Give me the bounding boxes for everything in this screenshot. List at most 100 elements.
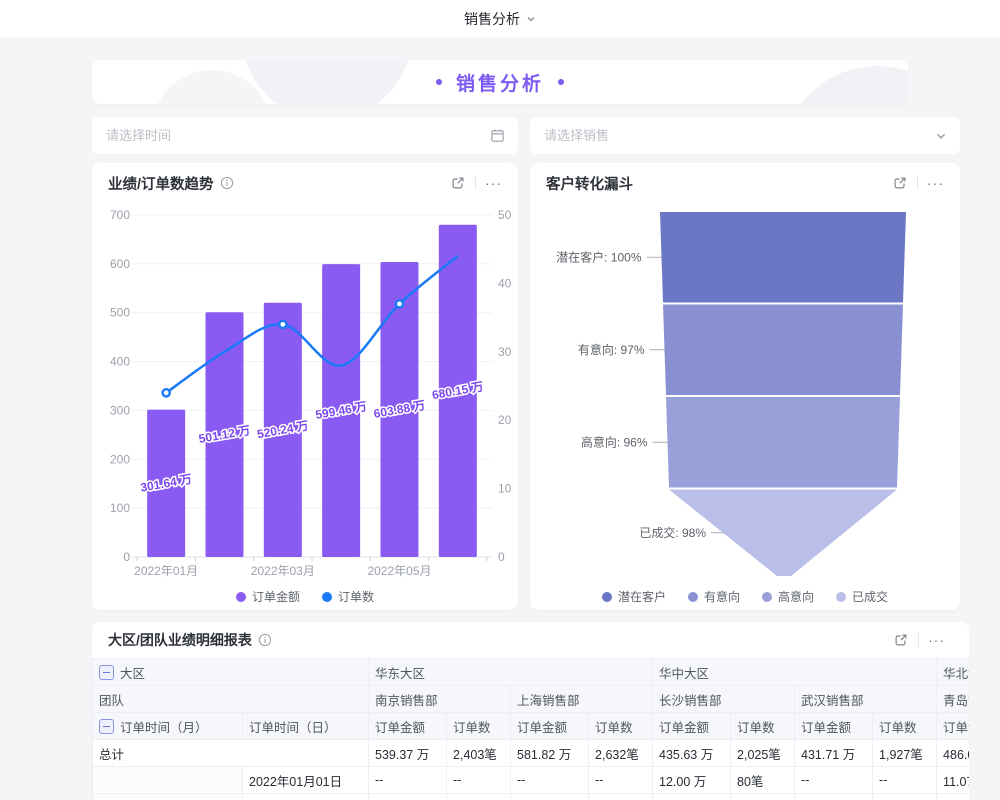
funnel-stage-label: 潜在客户: 100%: [556, 249, 642, 264]
topbar: 销售分析: [0, 0, 1000, 39]
table-header-cell: 订单数: [873, 713, 937, 740]
table-cell: 539.37 万: [369, 740, 447, 767]
table-cell: 581.82 万: [511, 740, 589, 767]
table-cell: --: [511, 794, 589, 800]
page-title[interactable]: 销售分析: [464, 9, 520, 29]
table-header-cell: 订单金额: [937, 713, 969, 740]
table-header-cell: 华东大区: [369, 659, 653, 686]
left-axis-tick: 200: [110, 452, 130, 466]
table-cell: --: [447, 794, 511, 800]
trend-chart-card: 业绩/订单数趋势 ··· 010020030040050060070001020…: [92, 163, 518, 610]
export-icon[interactable]: [450, 175, 466, 191]
table-cell: --: [369, 794, 447, 800]
table-header-cell: 上海销售部: [511, 686, 653, 713]
table-header-cell: 订单金额: [653, 713, 731, 740]
table-cell: 23.05 万: [653, 794, 731, 800]
table-cell: 2022年01月02日: [243, 794, 369, 800]
table-header-cell: 青岛销售部: [937, 686, 969, 713]
table-header-cell: 武汉销售部: [795, 686, 937, 713]
table-header-cell: 订单时间（日）: [243, 713, 369, 740]
table-cell: 2,632笔: [589, 740, 653, 767]
table-cell: --: [795, 767, 873, 794]
funnel-chart-plot: 潜在客户: 100%有意向: 97%高意向: 96%已成交: 98%: [530, 203, 960, 586]
legend-item[interactable]: 已成交: [836, 588, 888, 605]
table-header-cell: 订单时间（月）: [93, 713, 243, 740]
table-cell: [93, 767, 243, 794]
report-table: 大区华东大区华中大区华北大区团队南京销售部上海销售部长沙销售部武汉销售部青岛销售…: [92, 658, 969, 800]
legend-item[interactable]: 订单金额: [236, 588, 300, 605]
right-axis-tick: 0: [498, 550, 505, 564]
table-cell: --: [447, 767, 511, 794]
table-cell: --: [589, 767, 653, 794]
trend-line-point[interactable]: [163, 389, 170, 396]
table-cell: --: [589, 794, 653, 800]
left-axis-tick: 400: [110, 355, 130, 369]
export-icon[interactable]: [892, 175, 908, 191]
calendar-icon[interactable]: [490, 128, 505, 143]
funnel-segment[interactable]: [666, 397, 900, 488]
funnel-chart-legend: 潜在客户 有意向 高意向 已成交: [530, 588, 960, 605]
collapse-minus-icon[interactable]: [99, 665, 114, 680]
collapse-minus-icon[interactable]: [99, 719, 114, 734]
table-cell: --: [369, 767, 447, 794]
report-table-card: 大区/团队业绩明细报表 ··· 大区华东大区华中大区华北大区团队南京销售部上海销…: [92, 622, 969, 800]
table-cell: 486.06 万: [937, 740, 969, 767]
table-cell: 11.07 万: [937, 767, 969, 794]
right-axis-tick: 40: [498, 276, 512, 290]
chevron-down-icon[interactable]: [935, 130, 947, 142]
legend-label: 潜在客户: [618, 588, 666, 605]
legend-item[interactable]: 高意向: [762, 588, 814, 605]
decor-dot-icon: [558, 79, 564, 85]
table-row: 2022年01月01日--------12.00 万80笔----11.07 万: [93, 767, 970, 794]
table-header-cell: 订单金额: [795, 713, 873, 740]
table-header-cell: 团队: [93, 686, 369, 713]
time-filter-input[interactable]: [92, 128, 490, 143]
funnel-stage-label: 高意向: 96%: [581, 434, 648, 449]
sales-filter: [530, 117, 960, 154]
x-axis-label: 2022年05月: [367, 564, 431, 578]
info-icon[interactable]: [258, 633, 272, 647]
time-filter: [92, 117, 518, 154]
legend-label: 订单金额: [252, 588, 300, 605]
divider: [475, 176, 476, 190]
banner-decor-blob: [782, 66, 908, 104]
legend-item[interactable]: 潜在客户: [602, 588, 666, 605]
left-axis-tick: 0: [123, 550, 130, 564]
legend-label: 有意向: [704, 588, 740, 605]
more-icon[interactable]: ···: [927, 178, 944, 188]
more-icon[interactable]: ···: [485, 178, 502, 188]
banner-title: 销售分析: [456, 69, 544, 96]
trend-line-point[interactable]: [279, 321, 286, 328]
table-row: 总计539.37 万2,403笔581.82 万2,632笔435.63 万2,…: [93, 740, 970, 767]
table-cell: --: [937, 794, 969, 800]
chevron-down-icon[interactable]: [526, 14, 536, 24]
trend-card-header: 业绩/订单数趋势 ···: [92, 163, 518, 203]
table-cell: 1,927笔: [873, 740, 937, 767]
table-cell: 2022年01月01日: [243, 767, 369, 794]
legend-item[interactable]: 有意向: [688, 588, 740, 605]
funnel-segment[interactable]: [663, 305, 903, 396]
table-cell: 431.71 万: [795, 740, 873, 767]
export-icon[interactable]: [893, 632, 909, 648]
table-cell: 80笔: [731, 767, 795, 794]
trend-line-point[interactable]: [396, 300, 403, 307]
left-axis-tick: 700: [110, 208, 130, 222]
table-cell: 2,403笔: [447, 740, 511, 767]
table-header-cell: 南京销售部: [369, 686, 511, 713]
sales-filter-input[interactable]: [530, 128, 935, 143]
report-card-header: 大区/团队业绩明细报表 ···: [92, 622, 969, 658]
legend-label: 已成交: [852, 588, 888, 605]
table-header-cell: 订单数: [447, 713, 511, 740]
more-icon[interactable]: ···: [928, 635, 945, 645]
table-cell: 总计: [93, 740, 369, 767]
funnel-chart-card: 客户转化漏斗 ··· 潜在客户: 100%有意向: 97%高意向: 96%已成交…: [530, 163, 960, 610]
legend-label: 高意向: [778, 588, 814, 605]
banner: 销售分析: [92, 60, 908, 104]
funnel-segment[interactable]: [660, 212, 906, 303]
left-axis-tick: 300: [110, 403, 130, 417]
right-axis-tick: 10: [498, 482, 512, 496]
left-axis-tick: 600: [110, 257, 130, 271]
legend-item[interactable]: 订单数: [322, 588, 374, 605]
trend-chart-plot: 010020030040050060070001020304050301.64 …: [92, 203, 518, 586]
info-icon[interactable]: [220, 176, 234, 190]
